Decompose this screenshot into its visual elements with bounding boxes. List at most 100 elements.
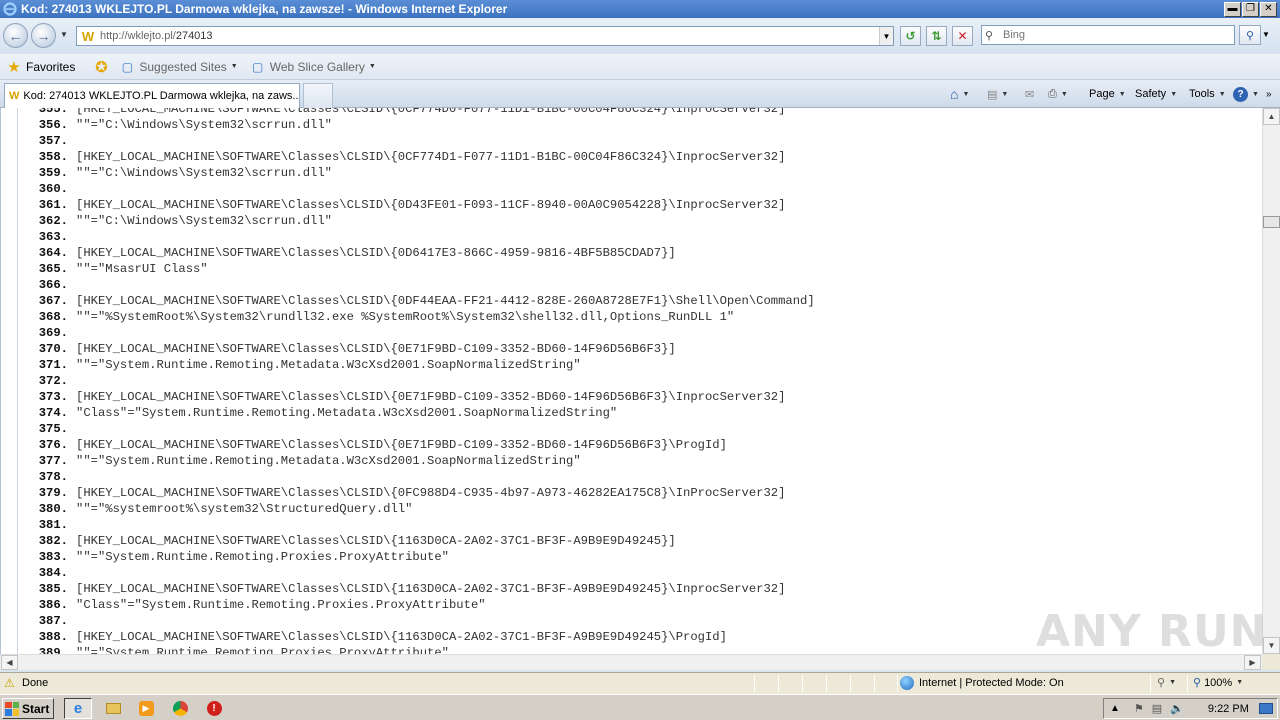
recent-pages-dropdown[interactable]: ▼ — [60, 30, 68, 39]
status-text: Done — [22, 677, 49, 689]
network-icon[interactable]: ▤ — [1152, 702, 1162, 715]
restore-button[interactable]: ❐ — [1242, 1, 1259, 17]
code-line: 377. ""="System.Runtime.Remoting.Metadata… — [18, 453, 1262, 469]
show-hidden-icons-icon[interactable]: ▲ — [1110, 703, 1120, 714]
scroll-thumb[interactable] — [1263, 216, 1280, 228]
clock[interactable]: 9:22 PM — [1208, 703, 1249, 715]
search-box[interactable]: ⚲ — [981, 25, 1235, 45]
add-to-favorites-bar-button[interactable]: ✪ — [93, 59, 113, 76]
web-slice-gallery-label: Web Slice Gallery — [269, 59, 365, 74]
protected-mode-button[interactable]: ⚲ ▼ — [1157, 676, 1176, 689]
code-line: 355. [HKEY_LOCAL_MACHINE\SOFTWARE\Classes… — [18, 108, 1262, 117]
search-go-button[interactable]: ⚲ — [1239, 25, 1261, 45]
tab-current-page[interactable]: W Kod: 274013 WKLEJTO.PL Darmowa wklejka… — [4, 83, 300, 108]
security-zone[interactable]: Internet | Protected Mode: On — [900, 676, 1064, 690]
code-line: 371. ""="System.Runtime.Remoting.Metadata… — [18, 357, 1262, 373]
help-button[interactable]: ? ▼ — [1233, 86, 1259, 102]
line-number: 363. — [38, 230, 68, 244]
line-number: 357. — [38, 134, 68, 148]
scroll-left-button[interactable]: ◀ — [1, 655, 18, 670]
internet-explorer-icon — [2, 1, 18, 17]
lock-icon: ⚲ — [1157, 677, 1166, 689]
feeds-button[interactable]: ▤ ▼ — [987, 86, 1008, 102]
line-text: [HKEY_LOCAL_MACHINE\SOFTWARE\Classes\CLS… — [76, 534, 676, 548]
more-commands-chevron[interactable]: » — [1266, 86, 1272, 102]
zoom-magnifier-icon: ⚲ — [1193, 677, 1202, 689]
line-text: [HKEY_LOCAL_MACHINE\SOFTWARE\Classes\CLS… — [76, 582, 786, 596]
tab-bar: W Kod: 274013 WKLEJTO.PL Darmowa wklejka… — [0, 80, 1280, 108]
line-number: 385. — [38, 582, 68, 596]
search-options-dropdown[interactable]: ▼ — [1262, 30, 1270, 39]
web-slice-gallery-link[interactable]: ▢ Web Slice Gallery ▼ — [250, 59, 376, 75]
refresh-button[interactable]: ⇅ — [926, 26, 947, 46]
taskbar-chrome[interactable] — [166, 698, 194, 719]
line-text: ""="System.Runtime.Remoting.Proxies.Prox… — [76, 550, 449, 564]
search-input[interactable] — [1001, 28, 1234, 42]
close-window-button[interactable]: ✕ — [1260, 1, 1277, 17]
stop-icon: ✕ — [957, 29, 968, 43]
page-menu[interactable]: Page ▼ — [1089, 86, 1126, 102]
tools-menu-label: Tools — [1189, 88, 1215, 100]
line-number: 372. — [38, 374, 68, 388]
address-bar[interactable]: W http://wklejto.pl/274013 ▼ — [76, 26, 894, 46]
chevron-down-icon: ▼ — [1118, 90, 1126, 98]
code-line: 374. "Class"="System.Runtime.Remoting.Met… — [18, 405, 1262, 421]
line-number: 370. — [38, 342, 68, 356]
internet-globe-icon — [900, 676, 914, 690]
line-number: 356. — [38, 118, 68, 132]
zoom-level-button[interactable]: ⚲ 100% ▼ — [1193, 676, 1243, 690]
ie-page-icon: ▢ — [252, 59, 264, 74]
tools-menu[interactable]: Tools ▼ — [1189, 86, 1226, 102]
line-text: ""="%SystemRoot%\System32\rundll32.exe %… — [76, 310, 735, 324]
safety-menu-label: Safety — [1135, 88, 1167, 100]
compatibility-view-button[interactable]: ↺ — [900, 26, 921, 46]
show-desktop-icon[interactable] — [1259, 703, 1273, 714]
code-line: 369. — [18, 325, 1262, 341]
code-line: 357. — [18, 133, 1262, 149]
stop-button[interactable]: ✕ — [952, 26, 973, 46]
safety-menu[interactable]: Safety ▼ — [1135, 86, 1177, 102]
address-host: http://wklejto.pl/ — [100, 30, 176, 42]
vertical-scrollbar[interactable]: ▲ ▼ — [1262, 108, 1280, 654]
line-number: 380. — [38, 502, 68, 516]
taskbar-file-explorer[interactable] — [99, 698, 127, 719]
new-tab-button[interactable] — [303, 83, 333, 108]
line-number: 383. — [38, 550, 68, 564]
taskbar-internet-explorer[interactable]: e — [64, 698, 92, 719]
code-line: 375. — [18, 421, 1262, 437]
read-mail-button[interactable]: ✉ — [1025, 86, 1034, 102]
code-line: 360. — [18, 181, 1262, 197]
line-text: ""="System.Runtime.Remoting.Proxies.Prox… — [76, 646, 449, 654]
volume-icon[interactable]: 🔈 — [1170, 702, 1184, 715]
forward-arrow-icon: → — [36, 27, 51, 44]
chevron-down-icon: ▼ — [368, 63, 376, 70]
refresh-icon: ⇅ — [931, 29, 942, 43]
taskbar-media-player[interactable]: ▶ — [132, 698, 160, 719]
magnifier-icon: ⚲ — [1245, 29, 1255, 42]
code-line: 370. [HKEY_LOCAL_MACHINE\SOFTWARE\Classes… — [18, 341, 1262, 357]
address-dropdown-icon[interactable]: ▼ — [879, 27, 893, 45]
suggested-sites-link[interactable]: ▢ Suggested Sites ▼ — [119, 59, 238, 75]
line-text: "Class"="System.Runtime.Remoting.Metadat… — [76, 406, 618, 420]
back-button[interactable]: ← — [3, 23, 28, 48]
ie-page-icon: ▢ — [121, 59, 134, 74]
help-icon: ? — [1233, 86, 1248, 102]
code-line: 373. [HKEY_LOCAL_MACHINE\SOFTWARE\Classes… — [18, 389, 1262, 405]
mail-icon: ✉ — [1025, 88, 1035, 101]
favorites-label: Favorites — [26, 59, 76, 74]
scroll-up-button[interactable]: ▲ — [1263, 108, 1280, 125]
line-text: [HKEY_LOCAL_MACHINE\SOFTWARE\Classes\CLS… — [76, 198, 786, 212]
favorites-button[interactable]: ★ Favorites — [6, 59, 76, 76]
forward-button[interactable]: → — [31, 23, 56, 48]
minimize-button[interactable]: ▬ — [1224, 1, 1241, 17]
home-button[interactable]: ⌂ ▼ — [950, 86, 969, 102]
line-number: 378. — [38, 470, 68, 484]
taskbar-security-app[interactable]: ! — [200, 698, 228, 719]
rss-feed-icon: ▤ — [987, 88, 998, 101]
action-center-flag-icon[interactable]: ⚑ — [1134, 702, 1144, 715]
code-line: 368. ""="%SystemRoot%\System32\rundll32.e… — [18, 309, 1262, 325]
line-text: [HKEY_LOCAL_MACHINE\SOFTWARE\Classes\CLS… — [76, 246, 676, 260]
start-button[interactable]: Start — [2, 698, 54, 719]
print-button[interactable]: ⎙ ▼ — [1048, 86, 1068, 102]
scroll-right-button[interactable]: ▶ — [1244, 655, 1261, 670]
